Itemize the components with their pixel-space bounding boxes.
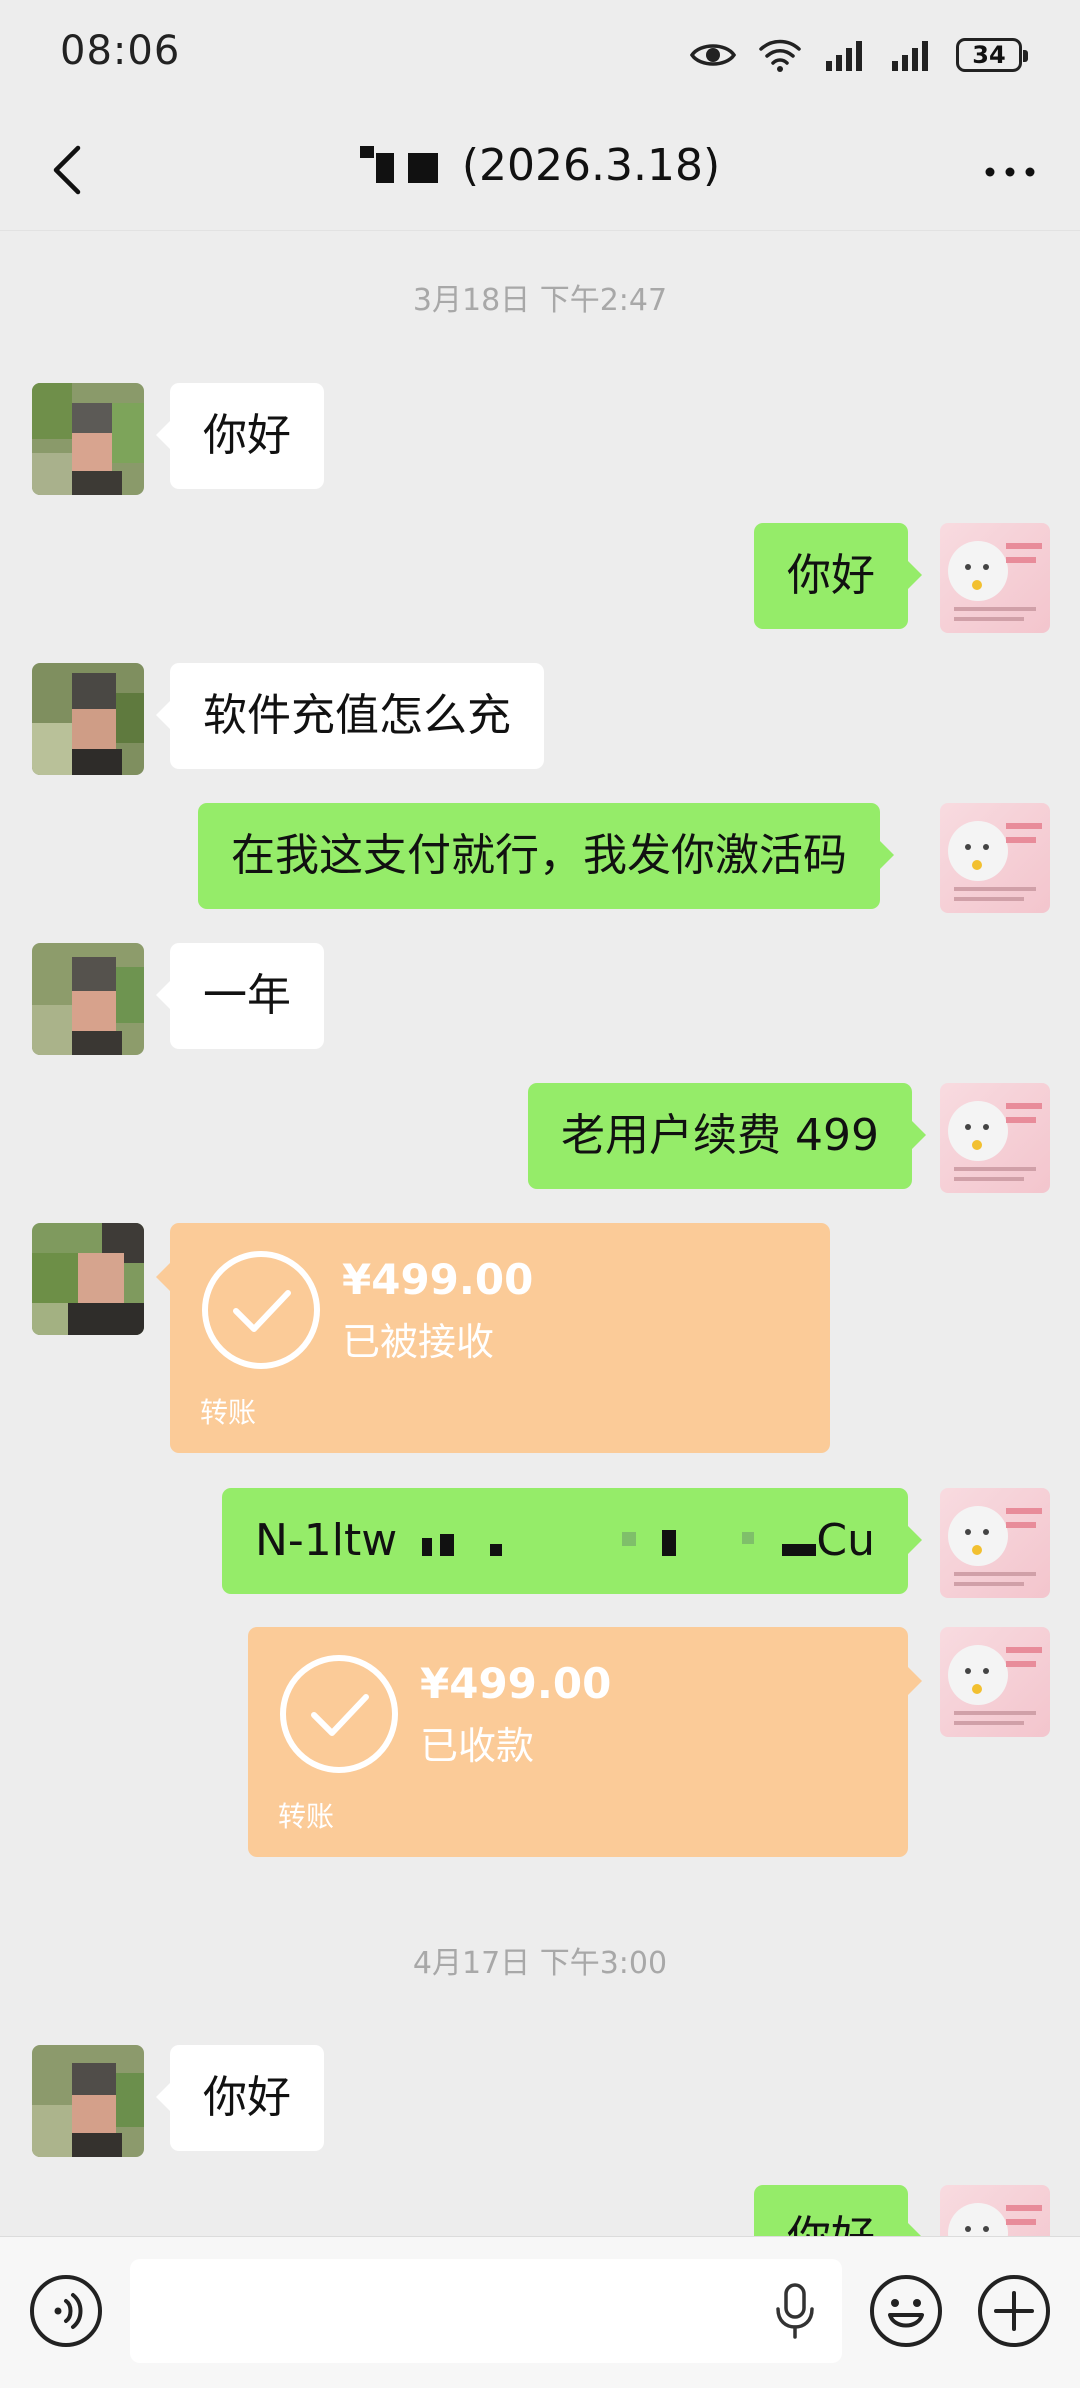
code-suffix: Cu (816, 1515, 875, 1566)
transfer-status: 已收款 (420, 1724, 535, 1768)
my-avatar[interactable] (940, 1488, 1050, 1598)
activation-code-bubble[interactable]: N-1ltw Cu (222, 1488, 922, 1594)
message-bubble[interactable]: 你好 (754, 2185, 922, 2236)
check-circle-icon (280, 1655, 398, 1773)
contact-avatar[interactable] (32, 383, 144, 495)
cat-avatar-icon (948, 1506, 1042, 1586)
plus-icon[interactable] (976, 2273, 1052, 2349)
emoji-icon[interactable] (868, 2273, 944, 2349)
message-input[interactable] (130, 2259, 842, 2363)
code-prefix: N-1ltw (255, 1515, 398, 1566)
message-bubble[interactable]: 你好 (156, 2045, 324, 2151)
transfer-amount: ¥499.00 (420, 1659, 612, 1708)
battery-level: 34 (972, 41, 1006, 69)
battery-icon: 34 (956, 38, 1028, 72)
chat-message-list[interactable]: 3月18日 下午2:47 你好 你好 软件充值怎么充 在我这支付就行，我发你激活… (0, 231, 1080, 2236)
message-bubble[interactable]: 一年 (156, 943, 324, 1049)
message-bubble[interactable]: 你好 (754, 523, 922, 629)
status-icons: 34 (690, 30, 1028, 80)
signal-icon (892, 41, 928, 71)
cat-avatar-icon (948, 1101, 1042, 1181)
eye-icon (690, 44, 736, 66)
my-avatar[interactable] (940, 1083, 1050, 1193)
status-bar: 08:06 34 (0, 0, 1080, 110)
transfer-label: 转账 (200, 1396, 257, 1429)
contact-avatar[interactable] (32, 1223, 144, 1335)
my-avatar[interactable] (940, 523, 1050, 633)
transfer-status: 已被接收 (342, 1320, 495, 1364)
message-bubble[interactable]: 老用户续费 499 (528, 1083, 926, 1189)
cat-avatar-icon (948, 821, 1042, 901)
voice-icon[interactable] (28, 2273, 104, 2349)
chat-header: (2026.3.18) (0, 110, 1080, 231)
my-avatar[interactable] (940, 1627, 1050, 1737)
cat-avatar-icon (948, 1645, 1042, 1725)
message-bubble[interactable]: 在我这支付就行，我发你激活码 (198, 803, 894, 909)
transfer-card[interactable]: ¥499.00 已被接收 转账 (156, 1223, 830, 1453)
input-bar (0, 2236, 1080, 2388)
message-bubble[interactable]: 软件充值怎么充 (156, 663, 544, 769)
message-timestamp: 3月18日 下午2:47 (412, 283, 668, 318)
contact-avatar[interactable] (32, 663, 144, 775)
more-icon[interactable] (980, 152, 1040, 192)
redacted-name (359, 140, 462, 191)
check-circle-icon (202, 1251, 320, 1369)
my-avatar[interactable] (940, 803, 1050, 913)
contact-avatar[interactable] (32, 2045, 144, 2157)
message-bubble[interactable]: 你好 (156, 383, 324, 489)
cat-avatar-icon (948, 541, 1042, 621)
transfer-card[interactable]: ¥499.00 已收款 转账 (248, 1627, 922, 1857)
chat-title-text: (2026.3.18) (461, 140, 721, 191)
cat-avatar-icon (948, 2203, 1042, 2236)
my-avatar[interactable] (940, 2185, 1050, 2236)
mic-icon[interactable] (770, 2281, 820, 2341)
chat-title: (2026.3.18) (0, 140, 1080, 191)
transfer-amount: ¥499.00 (342, 1255, 534, 1304)
contact-avatar[interactable] (32, 943, 144, 1055)
status-time: 08:06 (60, 28, 181, 74)
signal-icon (826, 41, 862, 71)
transfer-label: 转账 (278, 1800, 335, 1833)
redacted-code (412, 1488, 832, 1594)
message-timestamp: 4月17日 下午3:00 (412, 1946, 668, 1981)
wifi-icon (759, 39, 801, 72)
